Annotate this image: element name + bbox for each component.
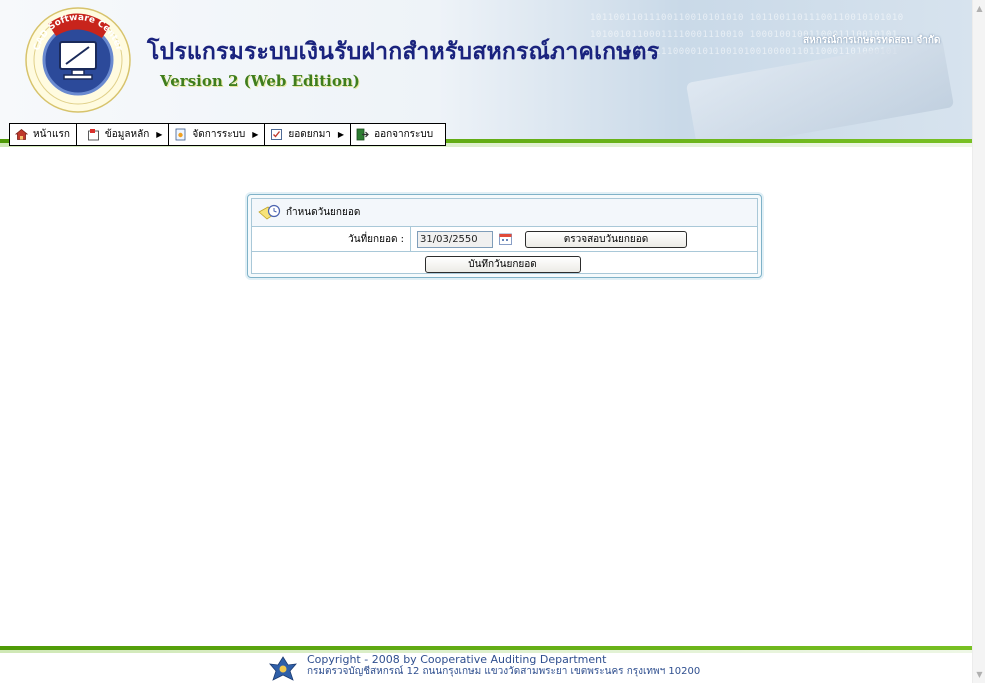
panel-header: กำหนดวันยกยอด — [252, 199, 757, 227]
panel-body: กำหนดวันยกยอด วันที่ยกยอด : ตรวจสอบวันยก… — [251, 198, 758, 274]
checklist-icon — [271, 129, 283, 140]
menu-item-label: จัดการระบบ — [192, 129, 246, 140]
date-row: วันที่ยกยอด : ตรวจสอบวันยกยอด — [252, 227, 757, 252]
cad-logo-icon: CAD Software Center — [25, 7, 131, 113]
menu-item-system-management[interactable]: จัดการระบบ ▶ — [169, 124, 266, 145]
exit-icon — [356, 128, 369, 141]
scroll-down-icon[interactable]: ▼ — [975, 670, 984, 679]
calendar-clock-icon — [258, 204, 281, 220]
save-date-button[interactable]: บันทึกวันยกยอด — [424, 255, 581, 273]
date-label: วันที่ยกยอด : — [252, 227, 411, 251]
copyright-text: Copyright - 2008 by Cooperative Auditing… — [307, 653, 607, 666]
folder-icon — [88, 129, 99, 141]
panel-title: กำหนดวันยกยอด — [286, 207, 361, 218]
vertical-scrollbar[interactable]: ▲ ▼ — [972, 0, 985, 683]
save-row: บันทึกวันยกยอด — [252, 252, 757, 276]
organization-name: สหกรณ์การเกษตรทดสอบ จำกัด — [803, 35, 941, 46]
main-menu: หน้าแรก ข้อมูลหลัก ▶ จัดการระบบ ▶ ยอดยกม… — [9, 123, 447, 146]
footer-text: Copyright - 2008 by Cooperative Auditing… — [307, 654, 700, 678]
menu-item-logout[interactable]: ออกจากระบบ — [351, 124, 445, 145]
home-icon — [15, 128, 28, 140]
check-date-button[interactable]: ตรวจสอบวันยกยอด — [525, 230, 687, 248]
app-title: โปรแกรมระบบเงินรับฝากสำหรับสหกรณ์ภาคเกษต… — [147, 39, 660, 65]
submenu-arrow-icon: ▶ — [337, 130, 345, 139]
carry-forward-date-panel: กำหนดวันยกยอด วันที่ยกยอด : ตรวจสอบวันยก… — [247, 194, 762, 278]
menu-item-home[interactable]: หน้าแรก — [10, 124, 77, 145]
menu-item-label: ข้อมูลหลัก — [104, 129, 150, 140]
menu-item-label: ออกจากระบบ — [374, 129, 434, 140]
date-input[interactable] — [417, 230, 493, 248]
calendar-picker-icon[interactable] — [499, 233, 512, 245]
menu-item-master-data[interactable]: ข้อมูลหลัก ▶ — [77, 124, 170, 145]
version-label: Version 2 (Web Edition) — [160, 72, 360, 90]
scroll-up-icon[interactable]: ▲ — [975, 4, 984, 13]
binary-row: 10110011011100110010101010 1011001101110… — [590, 13, 904, 23]
department-emblem-icon — [269, 656, 297, 681]
page-header: 10110011011100110010101010 1011001101110… — [0, 0, 972, 142]
menu-item-label: ยอดยกมา — [288, 129, 331, 140]
address-text: กรมตรวจบัญชีสหกรณ์ 12 ถนนกรุงเกษม แขวงวั… — [307, 666, 701, 677]
menu-item-label: หน้าแรก — [33, 129, 70, 140]
submenu-arrow-icon: ▶ — [252, 130, 259, 139]
menu-item-brought-forward[interactable]: ยอดยกมา ▶ — [265, 124, 352, 145]
submenu-arrow-icon: ▶ — [156, 130, 163, 139]
settings-page-icon — [176, 128, 186, 141]
